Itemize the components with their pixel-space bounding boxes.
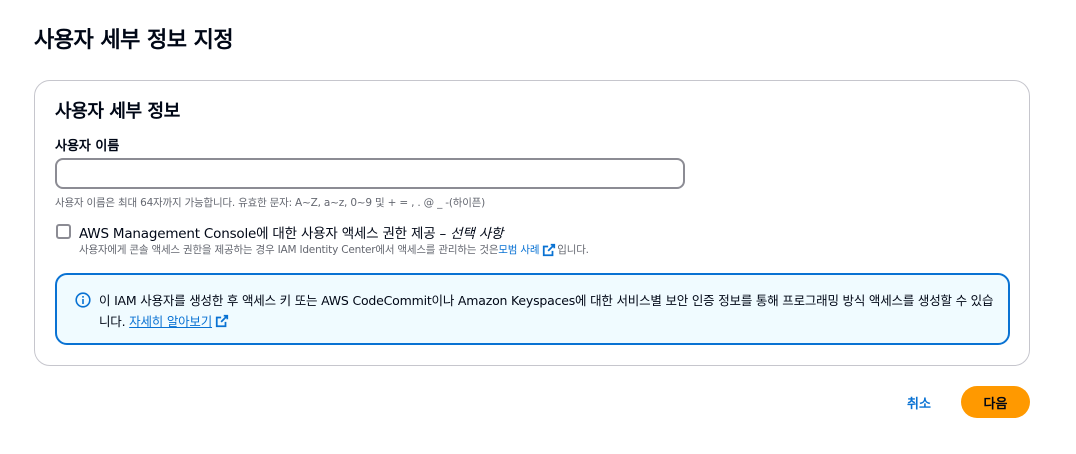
info-alert-text: 이 IAM 사용자를 생성한 후 액세스 키 또는 AWS CodeCommit… (99, 290, 999, 332)
cancel-button[interactable]: 취소 (892, 387, 946, 418)
console-access-label-text: AWS Management Console에 대한 사용자 액세스 권한 제공… (79, 226, 451, 242)
best-practices-link[interactable]: 모범 사례 (498, 242, 539, 257)
external-link-icon[interactable] (215, 314, 229, 328)
learn-more-link[interactable]: 자세히 알아보기 (129, 314, 212, 329)
username-hint: 사용자 이름은 최대 64자까지 가능합니다. 유효한 문자: A~Z, a~z… (55, 197, 486, 209)
next-button[interactable]: 다음 (961, 386, 1030, 418)
console-access-desc-text: 사용자에게 콘솔 액세스 권한을 제공하는 경우 IAM Identity Ce… (79, 244, 499, 256)
info-icon (75, 292, 91, 308)
info-alert: 이 IAM 사용자를 생성한 후 액세스 키 또는 AWS CodeCommit… (55, 273, 1010, 345)
container-title: 사용자 세부 정보 (55, 101, 180, 122)
console-access-description: 사용자에게 콘솔 액세스 권한을 제공하는 경우 IAM Identity Ce… (79, 242, 589, 257)
info-alert-message: 이 IAM 사용자를 생성한 후 액세스 키 또는 AWS CodeCommit… (99, 293, 994, 329)
username-input[interactable] (55, 158, 685, 189)
console-access-checkbox[interactable] (56, 224, 71, 239)
console-access-label[interactable]: AWS Management Console에 대한 사용자 액세스 권한 제공… (79, 222, 503, 242)
user-details-container: 사용자 세부 정보 사용자 이름 사용자 이름은 최대 64자까지 가능합니다.… (34, 80, 1030, 366)
page-title: 사용자 세부 정보 지정 (34, 28, 234, 53)
external-link-icon[interactable] (542, 243, 556, 257)
username-label: 사용자 이름 (55, 139, 120, 154)
page: 사용자 세부 정보 지정 사용자 세부 정보 사용자 이름 사용자 이름은 최대… (0, 0, 1076, 454)
console-access-desc-end: 입니다. (557, 244, 589, 256)
optional-text: 선택 사항 (450, 226, 504, 242)
